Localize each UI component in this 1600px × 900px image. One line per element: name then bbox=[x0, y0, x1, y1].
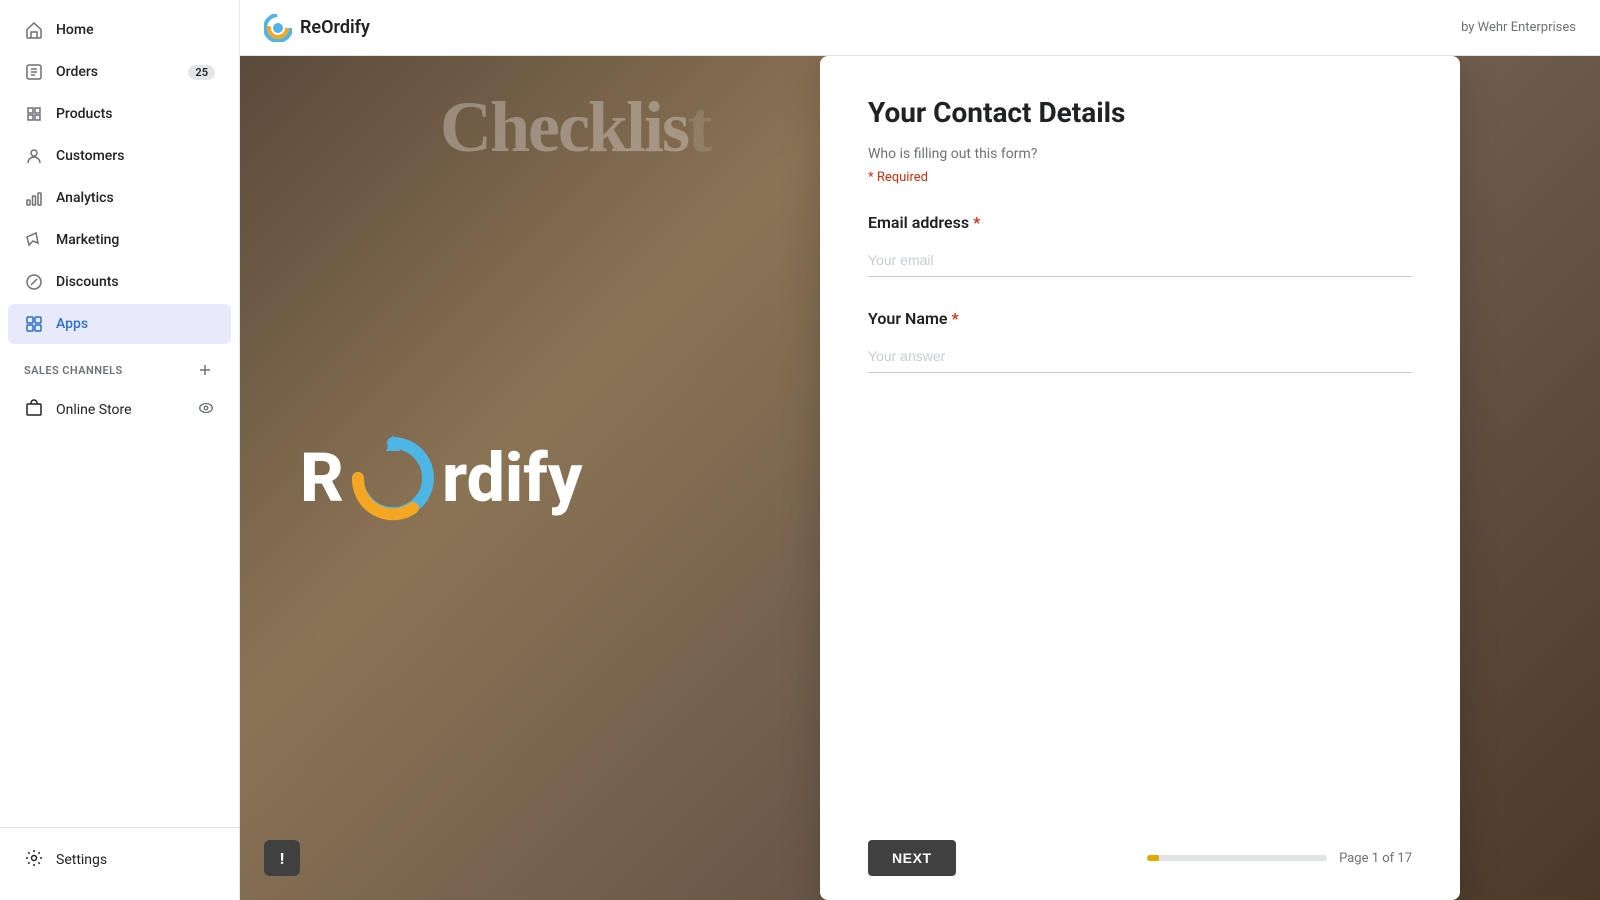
hero-brand: R rdify bbox=[300, 433, 583, 523]
reordify-logo-icon bbox=[264, 14, 292, 42]
apps-icon bbox=[24, 314, 44, 334]
sidebar-item-home[interactable]: Home bbox=[8, 10, 231, 50]
modal-subtitle: Who is filling out this form? bbox=[868, 146, 1412, 162]
sidebar-bottom: Settings bbox=[0, 827, 239, 900]
email-required-star: * bbox=[973, 213, 980, 232]
customers-icon bbox=[24, 146, 44, 166]
sidebar-item-discounts[interactable]: Discounts bbox=[8, 262, 231, 302]
marketing-icon bbox=[24, 230, 44, 250]
online-store-label: Online Store bbox=[56, 402, 132, 418]
products-icon bbox=[24, 104, 44, 124]
page-indicator: Page 1 of 17 bbox=[1339, 851, 1412, 866]
modal-title: Your Contact Details bbox=[868, 96, 1412, 130]
topbar-byline: by Wehr Enterprises bbox=[1461, 20, 1576, 35]
modal-body: Your Contact Details Who is filling out … bbox=[820, 56, 1460, 820]
sidebar-item-label: Discounts bbox=[56, 274, 119, 290]
topbar: ReOrdify by Wehr Enterprises bbox=[240, 0, 1600, 56]
sidebar-item-label: Home bbox=[56, 22, 94, 38]
eye-icon[interactable] bbox=[197, 399, 215, 421]
topbar-logo-text: ReOrdify bbox=[300, 17, 370, 38]
sidebar-item-orders[interactable]: Orders 25 bbox=[8, 52, 231, 92]
topbar-logo: ReOrdify bbox=[264, 14, 370, 42]
sidebar-item-analytics[interactable]: Analytics bbox=[8, 178, 231, 218]
hero-brand-text: R rdify bbox=[300, 433, 583, 523]
sidebar-item-label: Orders bbox=[56, 64, 98, 80]
hero-checklist-text: Checklist bbox=[440, 86, 710, 169]
sidebar-item-customers[interactable]: Customers bbox=[8, 136, 231, 176]
contact-details-modal: Your Contact Details Who is filling out … bbox=[820, 56, 1460, 900]
sidebar-item-label: Analytics bbox=[56, 190, 114, 206]
feedback-icon: ! bbox=[280, 849, 284, 868]
progress-bar bbox=[1147, 855, 1327, 861]
brand-r: R bbox=[300, 438, 344, 518]
progress-area: Page 1 of 17 bbox=[1147, 851, 1412, 866]
add-sales-channel-button[interactable] bbox=[195, 360, 215, 380]
settings-label: Settings bbox=[56, 852, 107, 868]
sidebar-item-label: Products bbox=[56, 106, 113, 122]
sidebar-item-label: Apps bbox=[56, 316, 88, 332]
name-input[interactable] bbox=[868, 340, 1412, 373]
sales-channels-label: SALES CHANNELS bbox=[24, 364, 123, 377]
sidebar-item-label: Marketing bbox=[56, 232, 119, 248]
sidebar-item-products[interactable]: Products bbox=[8, 94, 231, 134]
orders-icon bbox=[24, 62, 44, 82]
sidebar-item-marketing[interactable]: Marketing bbox=[8, 220, 231, 260]
home-icon bbox=[24, 20, 44, 40]
modal-footer: NEXT Page 1 of 17 bbox=[820, 820, 1460, 900]
online-store-icon bbox=[24, 398, 44, 422]
name-required-star: * bbox=[951, 309, 958, 328]
email-input[interactable] bbox=[868, 244, 1412, 277]
sidebar-nav: Home Orders 25 Products bbox=[0, 0, 239, 827]
sidebar-item-label: Customers bbox=[56, 148, 124, 164]
required-note: * Required bbox=[868, 170, 1412, 185]
analytics-icon bbox=[24, 188, 44, 208]
name-form-group: Your Name * bbox=[868, 309, 1412, 373]
brand-logo-circle bbox=[348, 433, 438, 523]
content-area: Checklist R bbox=[240, 56, 1600, 900]
sidebar: Home Orders 25 Products bbox=[0, 0, 240, 900]
orders-badge: 25 bbox=[188, 65, 215, 80]
sidebar-item-online-store[interactable]: Online Store bbox=[8, 388, 231, 432]
sidebar-item-settings[interactable]: Settings bbox=[8, 838, 231, 882]
main-content: ReOrdify by Wehr Enterprises Checklist R bbox=[240, 0, 1600, 900]
progress-dot bbox=[1147, 855, 1159, 861]
brand-logo-svg bbox=[348, 433, 438, 523]
brand-ordify: rdify bbox=[442, 438, 583, 518]
email-label: Email address * bbox=[868, 213, 1412, 232]
settings-icon bbox=[24, 848, 44, 872]
name-label: Your Name * bbox=[868, 309, 1412, 328]
discounts-icon bbox=[24, 272, 44, 292]
feedback-button[interactable]: ! bbox=[264, 840, 300, 876]
sales-channels-section: SALES CHANNELS bbox=[8, 348, 231, 386]
next-button[interactable]: NEXT bbox=[868, 840, 956, 876]
sidebar-item-apps[interactable]: Apps bbox=[8, 304, 231, 344]
email-form-group: Email address * bbox=[868, 213, 1412, 277]
